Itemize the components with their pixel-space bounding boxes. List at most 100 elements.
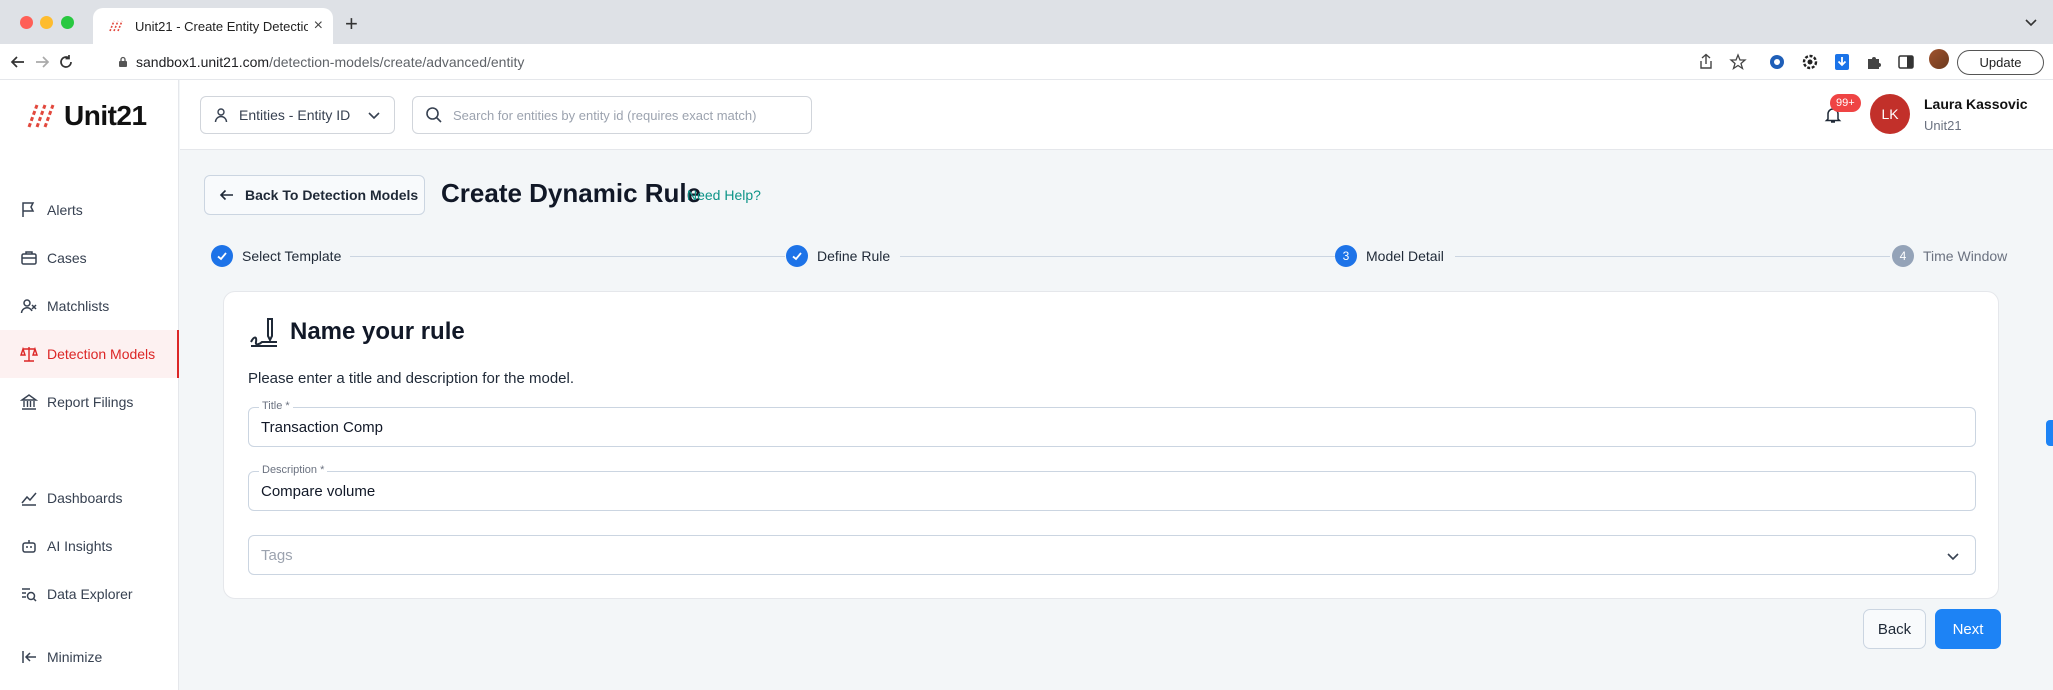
entity-search[interactable] xyxy=(412,96,812,134)
lock-icon[interactable] xyxy=(117,56,129,68)
browser-tab[interactable]: Unit21 - Create Entity Detectio × xyxy=(93,8,333,44)
pen-signature-icon xyxy=(250,318,277,347)
step-define-rule[interactable]: Define Rule xyxy=(786,245,891,267)
tab-close-icon[interactable]: × xyxy=(314,17,323,35)
title-field[interactable]: Title * Transaction Comp xyxy=(248,400,1976,447)
share-icon[interactable] xyxy=(1697,53,1715,71)
unit21-logo[interactable]: Unit21 xyxy=(26,100,147,132)
sidebar-item-detection-models[interactable]: Detection Models xyxy=(0,330,179,378)
check-icon xyxy=(786,245,808,267)
sidebar-item-label: Alerts xyxy=(47,202,83,218)
briefcase-icon xyxy=(21,251,37,265)
user-name[interactable]: Laura Kassovic xyxy=(1924,96,2028,112)
sidebar-item-report-filings[interactable]: Report Filings xyxy=(0,378,179,426)
step-label: Time Window xyxy=(1923,248,2008,264)
description-field[interactable]: Description * Compare volume xyxy=(248,464,1976,511)
sidebar-item-label: Cases xyxy=(47,250,87,266)
tags-select[interactable]: Tags xyxy=(248,535,1976,575)
need-help-link[interactable]: Need Help? xyxy=(687,187,761,203)
tab-menu-chevron-icon[interactable] xyxy=(2023,14,2039,30)
description-field-value[interactable]: Compare volume xyxy=(261,483,375,500)
sidebar-item-alerts[interactable]: Alerts xyxy=(0,186,179,234)
bookmark-star-icon[interactable] xyxy=(1729,53,1747,71)
user-x-icon xyxy=(20,299,37,314)
next-button[interactable]: Next xyxy=(1935,609,2001,649)
notification-count-badge: 99+ xyxy=(1830,94,1861,112)
maximize-window-button[interactable] xyxy=(61,16,74,29)
sidebar-item-label: Data Explorer xyxy=(47,586,133,602)
description-field-label: Description * xyxy=(259,464,328,476)
card-description: Please enter a title and description for… xyxy=(248,370,575,387)
chart-line-icon xyxy=(21,492,37,506)
close-window-button[interactable] xyxy=(20,16,33,29)
back-button-label: Back To Detection Models xyxy=(245,187,419,203)
step-label: Define Rule xyxy=(817,248,891,264)
app-header: Entities - Entity ID 99+ LK Laura Kassov… xyxy=(180,80,2053,150)
sidebar-item-cases[interactable]: Cases xyxy=(0,234,179,282)
sidebar: Unit21 Alerts Cases Matchlists Detection… xyxy=(0,80,179,690)
search-input[interactable] xyxy=(453,107,793,123)
minimize-window-button[interactable] xyxy=(40,16,53,29)
sidebar-item-minimize[interactable]: Minimize xyxy=(0,633,179,681)
search-icon xyxy=(426,107,442,123)
unit21-favicon-icon xyxy=(109,20,123,32)
sidebar-item-matchlists[interactable]: Matchlists xyxy=(0,282,179,330)
new-tab-icon[interactable]: + xyxy=(345,11,358,37)
step-number: 4 xyxy=(1892,245,1914,267)
robot-icon xyxy=(22,540,36,553)
sidebar-item-dashboards[interactable]: Dashboards xyxy=(0,474,179,522)
reload-icon[interactable] xyxy=(56,52,76,72)
card-title: Name your rule xyxy=(290,318,465,345)
sidebar-item-data-explorer[interactable]: Data Explorer xyxy=(0,570,179,618)
sidebar-item-label: Dashboards xyxy=(47,490,123,506)
sidebar-item-label: Matchlists xyxy=(47,298,110,314)
download-icon[interactable] xyxy=(1833,53,1851,71)
page-title: Create Dynamic Rule xyxy=(441,178,702,208)
entity-select-label: Entities - Entity ID xyxy=(239,107,351,123)
title-field-value[interactable]: Transaction Comp xyxy=(261,419,383,436)
check-icon xyxy=(211,245,233,267)
user-avatar[interactable]: LK xyxy=(1870,94,1910,134)
step-label: Select Template xyxy=(242,248,342,264)
logo-text: Unit21 xyxy=(64,100,147,131)
back-arrow-icon[interactable] xyxy=(8,52,28,72)
bank-icon xyxy=(20,394,38,410)
stepper-connector xyxy=(1455,256,1890,257)
flag-icon xyxy=(22,202,35,217)
chevron-down-icon xyxy=(1947,553,1959,561)
entity-type-select[interactable]: Entities - Entity ID xyxy=(200,96,395,134)
sidebar-item-label: Minimize xyxy=(47,649,103,665)
tags-placeholder: Tags xyxy=(261,547,293,564)
card-header: Name your rule xyxy=(248,316,465,348)
side-panel-icon[interactable] xyxy=(1897,53,1915,71)
back-to-detection-models-button[interactable]: Back To Detection Models xyxy=(204,175,425,215)
profile-avatar[interactable] xyxy=(1929,49,1949,69)
scale-icon xyxy=(20,346,38,362)
sidebar-item-label: AI Insights xyxy=(47,538,113,554)
update-button[interactable]: Update xyxy=(1957,50,2044,75)
collapse-icon xyxy=(22,651,36,663)
title-field-label: Title * xyxy=(259,400,293,412)
browser-tabbar: Unit21 - Create Entity Detectio × + xyxy=(0,0,2053,44)
chevron-down-icon xyxy=(368,112,380,120)
step-time-window[interactable]: 4 Time Window xyxy=(1892,245,2008,267)
forward-arrow-icon[interactable] xyxy=(32,52,52,72)
browser-toolbar: sandbox1.unit21.com/detection-models/cre… xyxy=(0,44,2053,80)
step-label: Model Detail xyxy=(1366,248,1444,264)
user-organization: Unit21 xyxy=(1924,118,1962,133)
step-select-template[interactable]: Select Template xyxy=(211,245,342,267)
step-model-detail[interactable]: 3 Model Detail xyxy=(1335,245,1444,267)
side-feedback-tab[interactable] xyxy=(2046,420,2053,446)
back-button[interactable]: Back xyxy=(1863,609,1926,649)
extension-gear-icon[interactable] xyxy=(1801,53,1819,71)
extension-badge-icon[interactable] xyxy=(1768,53,1786,71)
stepper-connector xyxy=(350,256,785,257)
address-bar[interactable]: sandbox1.unit21.com/detection-models/cre… xyxy=(136,54,524,70)
sidebar-item-label: Detection Models xyxy=(47,346,156,362)
tab-title: Unit21 - Create Entity Detectio xyxy=(135,18,308,34)
arrow-left-icon xyxy=(219,189,233,201)
step-number: 3 xyxy=(1335,245,1357,267)
sidebar-item-ai-insights[interactable]: AI Insights xyxy=(0,522,179,570)
extensions-puzzle-icon[interactable] xyxy=(1865,53,1883,71)
name-rule-card: Name your rule Please enter a title and … xyxy=(223,291,1999,599)
